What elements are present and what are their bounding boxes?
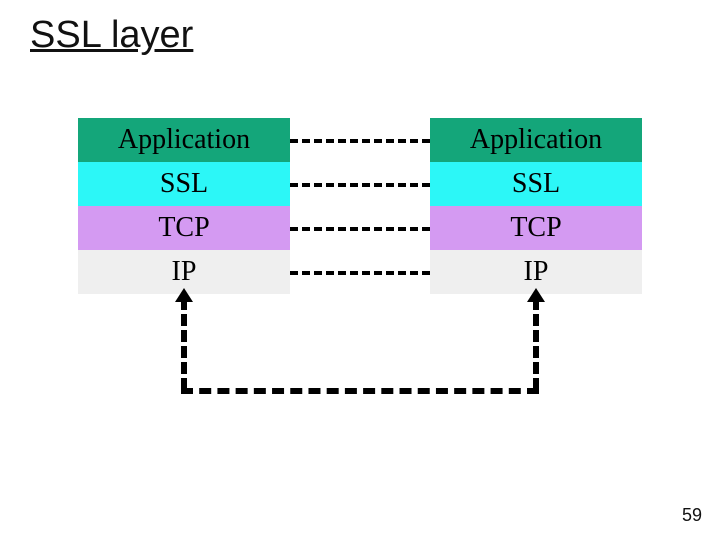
layer-tcp-right: TCP xyxy=(430,206,642,250)
physical-link-left xyxy=(181,298,187,390)
peer-connector-ssl xyxy=(290,183,430,187)
peer-connector-tcp xyxy=(290,227,430,231)
physical-link-bottom xyxy=(181,388,539,394)
page-number: 59 xyxy=(682,505,702,526)
slide-title: SSL layer xyxy=(30,14,193,57)
layer-application-right: Application xyxy=(430,118,642,162)
protocol-stack-right: Application SSL TCP IP xyxy=(430,118,642,294)
layer-ssl-left: SSL xyxy=(78,162,290,206)
peer-connector-ip xyxy=(290,271,430,275)
layer-tcp-left: TCP xyxy=(78,206,290,250)
physical-link-right xyxy=(533,298,539,390)
layer-ssl-right: SSL xyxy=(430,162,642,206)
protocol-stack-left: Application SSL TCP IP xyxy=(78,118,290,294)
slide: SSL layer Application SSL TCP IP Applica… xyxy=(0,0,720,540)
layer-application-left: Application xyxy=(78,118,290,162)
peer-connector-application xyxy=(290,139,430,143)
